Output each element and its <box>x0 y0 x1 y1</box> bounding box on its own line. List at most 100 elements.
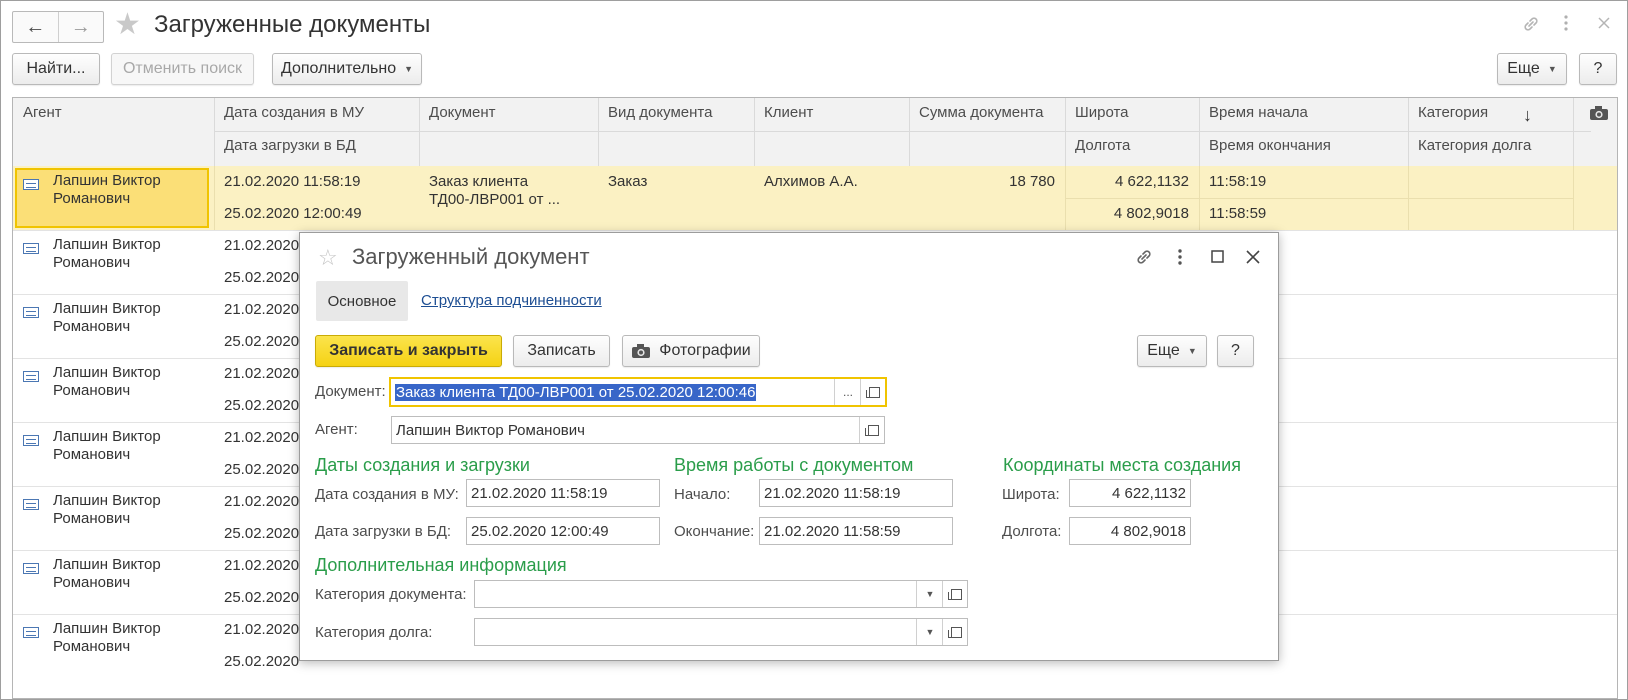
time-end: 11:58:59 <box>1209 205 1267 222</box>
kebab-icon[interactable] <box>1563 13 1569 38</box>
open-icon[interactable] <box>860 379 885 405</box>
agent-name: Романович <box>53 638 131 655</box>
star-icon[interactable]: ★ <box>114 10 141 40</box>
column-client[interactable]: Клиент <box>754 98 823 127</box>
cell-divider <box>1408 166 1409 230</box>
document-name: Заказ клиента <box>429 173 529 190</box>
star-outline-icon[interactable]: ☆ <box>318 246 338 270</box>
cell-divider <box>1573 166 1574 230</box>
dialog-title: Загруженный документ <box>352 244 590 269</box>
column-longitude[interactable]: Долгота <box>1065 131 1140 160</box>
created-date: 21.02.2020 <box>224 429 300 446</box>
doc-type: Заказ <box>608 173 648 190</box>
debt-category-select[interactable]: ▼ <box>474 618 968 646</box>
document-name: ТД00-ЛВР001 от ... <box>429 191 561 208</box>
open-icon[interactable] <box>942 619 967 645</box>
find-button[interactable]: Найти... <box>12 53 100 85</box>
loaded-date: 25.02.2020 <box>224 653 300 670</box>
column-category[interactable]: Категория <box>1408 98 1498 127</box>
tab-structure[interactable]: Структура подчиненности <box>421 292 602 309</box>
more-menu-button[interactable]: Еще ▼ <box>1497 53 1567 85</box>
column-sum[interactable]: Сумма документа <box>909 98 1053 127</box>
agent-name: Романович <box>53 190 131 207</box>
table-row-selected[interactable]: Лапшин Виктор Романович 21.02.2020 11:58… <box>13 166 1617 231</box>
latitude-value: 4 622,1132 <box>1115 173 1189 190</box>
link-icon[interactable] <box>1521 14 1541 39</box>
cell-divider <box>214 166 215 230</box>
longitude-value: 4 802,9018 <box>1110 522 1186 540</box>
dates-section-title: Даты создания и загрузки <box>315 455 530 475</box>
save-button[interactable]: Записать <box>513 335 610 367</box>
chevron-down-icon[interactable]: ▼ <box>916 619 943 645</box>
created-date: 21.02.2020 <box>224 237 300 254</box>
chevron-down-icon[interactable]: ▼ <box>916 581 943 607</box>
photos-button[interactable]: Фотографии <box>622 335 760 367</box>
column-document[interactable]: Документ <box>419 98 506 127</box>
header-divider <box>214 131 1591 132</box>
column-loaded[interactable]: Дата загрузки в БД <box>214 131 366 160</box>
latitude-field[interactable]: 4 622,1132 <box>1069 479 1191 507</box>
created-date: 21.02.2020 <box>224 365 300 382</box>
header-divider <box>419 98 420 166</box>
agent-icon <box>23 371 39 382</box>
agent-icon <box>23 563 39 574</box>
header-divider <box>1199 98 1200 166</box>
agent-field[interactable]: Лапшин Виктор Романович <box>391 416 885 444</box>
created-date: 21.02.2020 <box>224 621 300 638</box>
created-value: 21.02.2020 11:58:19 <box>471 484 608 502</box>
cell-divider <box>1199 166 1200 230</box>
back-button[interactable]: ← <box>13 12 58 42</box>
created-field[interactable]: 21.02.2020 11:58:19 <box>466 479 660 507</box>
open-icon[interactable] <box>942 581 967 607</box>
close-icon[interactable] <box>1246 250 1260 268</box>
save-and-close-button[interactable]: Записать и закрыть <box>315 335 502 367</box>
header-divider <box>1408 98 1409 166</box>
agent-name: Лапшин Виктор <box>53 172 161 189</box>
tab-main[interactable]: Основное <box>316 281 408 321</box>
choose-button[interactable]: ... <box>834 379 861 405</box>
worktime-section-title: Время работы с документом <box>674 455 914 475</box>
close-icon[interactable] <box>1597 14 1611 35</box>
loaded-label: Дата загрузки в БД: <box>315 523 452 540</box>
column-time-start[interactable]: Время начала <box>1199 98 1318 127</box>
agent-icon <box>23 243 39 254</box>
dialog-help-button[interactable]: ? <box>1217 335 1254 367</box>
end-field[interactable]: 21.02.2020 11:58:59 <box>759 517 953 545</box>
loaded-field[interactable]: 25.02.2020 12:00:49 <box>466 517 660 545</box>
camera-icon[interactable] <box>1589 105 1609 125</box>
dialog-more-button[interactable]: Еще ▼ <box>1137 335 1207 367</box>
agent-name: Романович <box>53 510 131 527</box>
agent-name: Романович <box>53 318 131 335</box>
column-agent[interactable]: Агент <box>13 98 72 127</box>
created-date: 21.02.2020 11:58:19 <box>224 173 361 190</box>
kebab-icon[interactable] <box>1177 247 1183 271</box>
sort-down-icon[interactable]: ↓ <box>1513 99 1542 132</box>
doc-category-select[interactable]: ▼ <box>474 580 968 608</box>
column-doc-type[interactable]: Вид документа <box>598 98 722 127</box>
debt-category-label: Категория долга: <box>315 624 433 641</box>
cancel-search-button[interactable]: Отменить поиск <box>111 53 254 85</box>
agent-name: Романович <box>53 254 131 271</box>
column-latitude[interactable]: Широта <box>1065 98 1139 127</box>
link-icon[interactable] <box>1134 247 1154 271</box>
column-debt-category[interactable]: Категория долга <box>1408 131 1541 160</box>
column-created[interactable]: Дата создания в МУ <box>214 98 374 127</box>
additional-menu-button[interactable]: Дополнительно ▼ <box>272 53 422 85</box>
open-icon[interactable] <box>859 417 884 443</box>
agent-icon <box>23 627 39 638</box>
header-divider <box>598 98 599 166</box>
header-divider <box>214 98 215 166</box>
start-field[interactable]: 21.02.2020 11:58:19 <box>759 479 953 507</box>
document-field[interactable]: Заказ клиента ТД00-ЛВР001 от 25.02.2020 … <box>389 377 887 407</box>
column-time-end[interactable]: Время окончания <box>1199 131 1341 160</box>
agent-icon <box>23 499 39 510</box>
loaded-date: 25.02.2020 <box>224 461 300 478</box>
forward-button[interactable]: → <box>57 12 104 42</box>
maximize-icon[interactable] <box>1211 250 1224 267</box>
time-start: 11:58:19 <box>1209 173 1267 190</box>
header-divider <box>754 98 755 166</box>
loaded-date: 25.02.2020 <box>224 525 300 542</box>
agent-name: Лапшин Виктор <box>53 236 161 253</box>
longitude-field[interactable]: 4 802,9018 <box>1069 517 1191 545</box>
help-button[interactable]: ? <box>1579 53 1617 85</box>
